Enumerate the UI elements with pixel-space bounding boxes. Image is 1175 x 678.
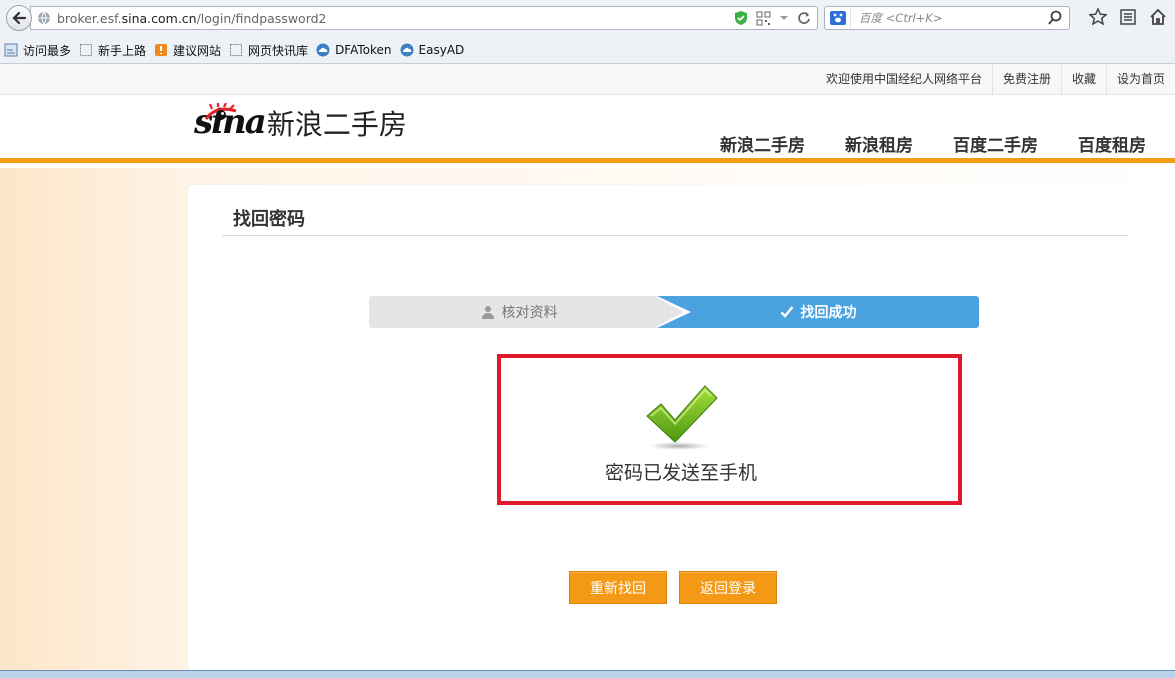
bookmark-most-visited[interactable]: 访问最多 bbox=[4, 42, 71, 59]
suggested-sites-icon bbox=[155, 44, 168, 56]
bookmark-getting-started[interactable]: 新手上路 bbox=[79, 42, 146, 59]
user-icon bbox=[481, 306, 494, 319]
browser-nav-row: broker.esf.sina.com.cn/login/findpasswor… bbox=[0, 0, 1175, 36]
cloud-icon bbox=[400, 43, 414, 57]
panel-title: 找回密码 bbox=[233, 209, 305, 230]
sina-eye-icon bbox=[204, 103, 237, 120]
retry-button[interactable]: 重新找回 bbox=[569, 571, 667, 604]
qr-code-icon[interactable] bbox=[756, 11, 771, 26]
url-text: broker.esf.sina.com.cn/login/findpasswor… bbox=[57, 10, 327, 26]
success-check-icon bbox=[646, 385, 718, 450]
page-icon bbox=[230, 44, 243, 56]
search-placeholder: 百度 <Ctrl+K> bbox=[859, 11, 943, 25]
search-engine-selector[interactable] bbox=[825, 7, 851, 29]
register-link[interactable]: 免费注册 bbox=[991, 64, 1061, 95]
back-to-login-button[interactable]: 返回登录 bbox=[679, 571, 777, 604]
back-arrow-icon bbox=[12, 11, 27, 25]
most-visited-icon bbox=[4, 43, 18, 57]
search-bar[interactable]: 百度 <Ctrl+K> bbox=[824, 6, 1070, 30]
bookmark-web-slice-gallery[interactable]: 网页快讯库 bbox=[229, 42, 308, 59]
success-message: 密码已发送至手机 bbox=[604, 462, 757, 484]
star-icon[interactable] bbox=[1089, 8, 1107, 26]
step-recover-success: 找回成功 bbox=[657, 296, 979, 328]
nav-sina-rent[interactable]: 新浪租房 bbox=[845, 131, 913, 156]
bookmark-easyad[interactable]: EasyAD bbox=[400, 43, 464, 57]
page-icon bbox=[80, 44, 93, 56]
favorite-link[interactable]: 收藏 bbox=[1060, 64, 1106, 95]
nav-sina-esf[interactable]: 新浪二手房 bbox=[720, 131, 805, 156]
main-nav: 新浪二手房 新浪租房 百度二手房 百度租房 bbox=[720, 131, 1175, 156]
site-header: sina 新浪二手房 新浪二手房 新浪租房 百度二手房 百度租房 bbox=[0, 95, 1175, 163]
bookmark-dfatoken[interactable]: DFAToken bbox=[316, 43, 392, 57]
welcome-text: 欢迎使用中国经纪人网络平台 bbox=[825, 72, 982, 86]
home-icon[interactable] bbox=[1149, 8, 1167, 26]
bookmarks-list-icon[interactable] bbox=[1119, 8, 1137, 26]
logo-brand-text: 新浪二手房 bbox=[266, 108, 407, 141]
globe-icon bbox=[38, 11, 50, 25]
checkmark-icon bbox=[780, 306, 793, 318]
baidu-paw-icon bbox=[829, 11, 846, 25]
os-taskbar bbox=[0, 670, 1175, 678]
step-verify-info: 核对资料 bbox=[369, 296, 669, 328]
progress-steps: 核对资料 找回成功 bbox=[369, 296, 979, 328]
back-button[interactable] bbox=[6, 5, 32, 31]
bookmark-suggested-sites[interactable]: 建议网站 bbox=[154, 42, 221, 59]
bookmarks-toolbar: 访问最多 新手上路 建议网站 网页快讯库 DFAToken EasyAD bbox=[0, 38, 1175, 62]
search-icon[interactable] bbox=[1047, 10, 1063, 26]
title-divider bbox=[222, 235, 1129, 236]
success-highlight-box: 密码已发送至手机 bbox=[497, 354, 962, 505]
browser-chrome: broker.esf.sina.com.cn/login/findpasswor… bbox=[0, 0, 1175, 64]
shield-icon[interactable] bbox=[734, 10, 748, 26]
cloud-icon bbox=[316, 43, 330, 57]
nav-baidu-rent[interactable]: 百度租房 bbox=[1078, 131, 1146, 156]
dropdown-arrow-icon[interactable] bbox=[779, 13, 789, 23]
set-homepage-link[interactable]: 设为首页 bbox=[1105, 64, 1175, 95]
address-bar[interactable]: broker.esf.sina.com.cn/login/findpasswor… bbox=[30, 6, 818, 30]
step-arrow bbox=[654, 296, 684, 328]
site-logo[interactable]: sina 新浪二手房 bbox=[194, 103, 407, 141]
nav-baidu-esf[interactable]: 百度二手房 bbox=[953, 131, 1038, 156]
site-top-bar: 欢迎使用中国经纪人网络平台 免费注册 收藏 设为首页 bbox=[0, 64, 1175, 95]
reload-icon[interactable] bbox=[797, 11, 811, 25]
